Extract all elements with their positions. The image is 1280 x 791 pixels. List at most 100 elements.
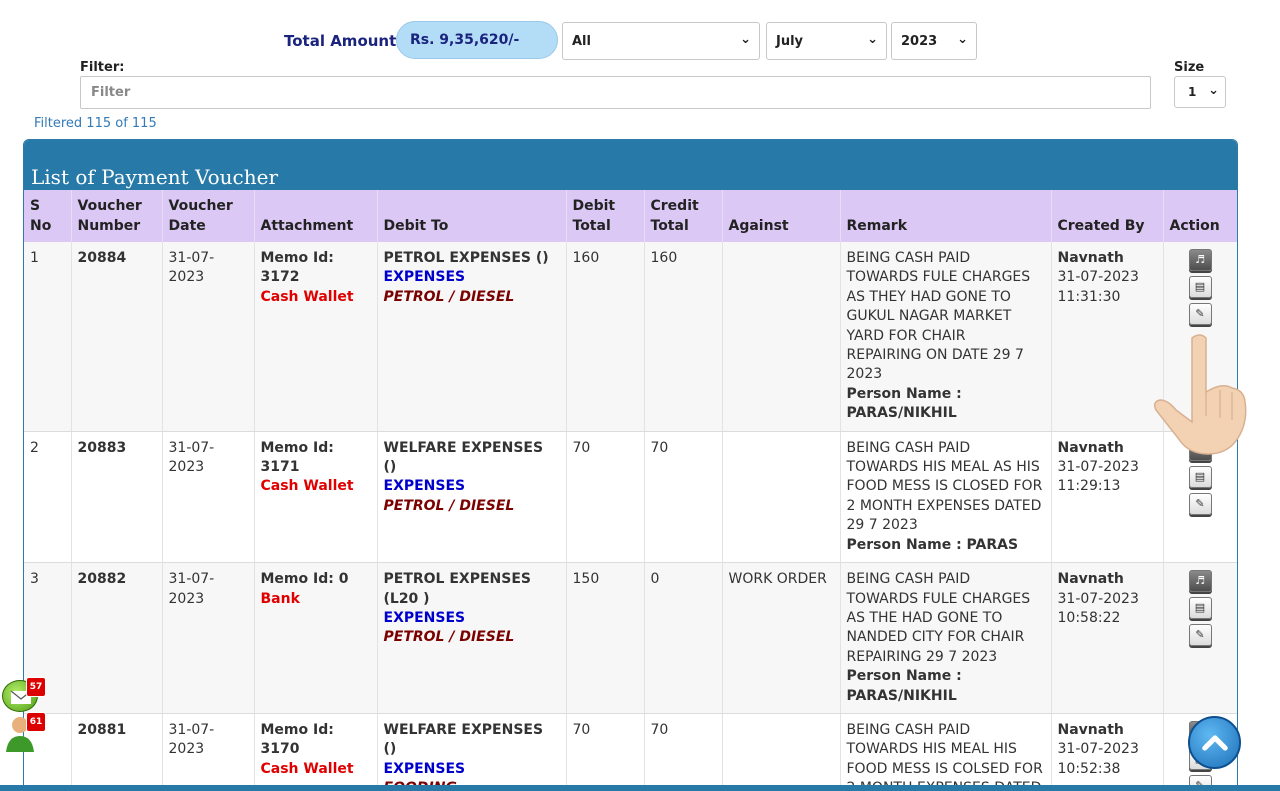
footer-bar bbox=[0, 785, 1280, 791]
action-cell: ♬ ▤ ✎ bbox=[1163, 562, 1237, 714]
table-header-row: S No Voucher Number Voucher Date Attachm… bbox=[24, 190, 1237, 242]
memo-id: Memo Id: 3170 bbox=[260, 721, 334, 758]
voucher-type-select[interactable]: All ⌄ bbox=[562, 22, 760, 60]
attachment-cell: Memo Id: 3170 Cash Wallet bbox=[254, 713, 378, 790]
month-select[interactable]: July ⌄ bbox=[766, 22, 887, 60]
against bbox=[722, 713, 841, 790]
created-by-cell: Navnath 31-07-2023 10:58:22 bbox=[1051, 562, 1164, 714]
payment-icon[interactable]: ♬ bbox=[1188, 249, 1212, 271]
chevron-up-icon bbox=[1201, 734, 1228, 751]
remark-cell: BEING CASH PAID TOWARDS HIS MEAL AS HIS … bbox=[840, 431, 1052, 564]
credit-total: 70 bbox=[644, 431, 723, 564]
scroll-to-top-button[interactable] bbox=[1188, 716, 1241, 769]
wallet-type: Cash Wallet bbox=[260, 478, 354, 495]
debit-group: EXPENSES bbox=[383, 760, 466, 777]
memo-id: Memo Id: 3172 bbox=[260, 250, 334, 286]
total-amount-label: Total Amount : bbox=[284, 32, 408, 50]
voucher-number: 20882 bbox=[71, 562, 163, 714]
edit-icon[interactable]: ✎ bbox=[1188, 492, 1212, 515]
remark-cell: BEING CASH PAID TOWARDS FULE CHARGES AS … bbox=[840, 562, 1052, 714]
voucher-type-value: All bbox=[572, 34, 591, 49]
serial-number: 2 bbox=[24, 431, 72, 564]
creator-name: Navnath bbox=[1057, 571, 1124, 588]
debit-total: 150 bbox=[566, 562, 645, 714]
column-header[interactable]: Credit Total bbox=[644, 190, 723, 242]
voucher-number: 20881 bbox=[71, 713, 163, 790]
created-by-cell: Navnath 31-07-2023 10:52:38 bbox=[1051, 713, 1164, 790]
against bbox=[722, 431, 841, 564]
created-timestamp: 31-07-2023 11:31:30 bbox=[1057, 269, 1139, 305]
debit-group: EXPENSES bbox=[383, 269, 466, 286]
remark-text: BEING CASH PAID TOWARDS FULE CHARGES AS … bbox=[846, 571, 1031, 665]
edit-icon[interactable]: ✎ bbox=[1188, 624, 1212, 647]
column-header[interactable]: Created By bbox=[1051, 190, 1164, 242]
person-name: Person Name : PARAS bbox=[846, 536, 1019, 553]
debit-to-cell: PETROL EXPENSES (L20 ) EXPENSES PETROL /… bbox=[377, 562, 567, 714]
debit-account: WELFARE EXPENSES () bbox=[383, 439, 544, 476]
attachment-cell: Memo Id: 0 Bank bbox=[254, 562, 378, 714]
total-amount-value: Rs. 9,35,620/- bbox=[396, 21, 558, 59]
debit-subgroup: PETROL / DIESEL bbox=[383, 288, 515, 305]
credit-total: 70 bbox=[644, 713, 723, 790]
column-header[interactable]: Debit Total bbox=[566, 190, 645, 242]
creator-name: Navnath bbox=[1057, 721, 1124, 738]
table-row: 1 20884 31-07-2023 Memo Id: 3172 Cash Wa… bbox=[24, 242, 1237, 432]
debit-group: EXPENSES bbox=[383, 609, 466, 626]
debit-account: WELFARE EXPENSES () bbox=[383, 721, 544, 758]
against bbox=[722, 242, 841, 432]
table-row: 3 20882 31-07-2023 Memo Id: 0 Bank PETRO… bbox=[24, 562, 1237, 714]
year-select[interactable]: 2023 ⌄ bbox=[891, 22, 977, 60]
created-timestamp: 31-07-2023 10:58:22 bbox=[1057, 590, 1139, 626]
column-header[interactable]: S No bbox=[24, 190, 72, 242]
panel-title: List of Payment Voucher bbox=[24, 140, 1237, 190]
column-header[interactable]: Against bbox=[722, 190, 841, 242]
created-by-cell: Navnath 31-07-2023 11:31:30 bbox=[1051, 242, 1164, 432]
debit-to-cell: WELFARE EXPENSES () EXPENSES PETROL / DI… bbox=[377, 431, 567, 564]
against: WORK ORDER bbox=[722, 562, 841, 714]
view-details-icon[interactable]: ▤ bbox=[1188, 597, 1212, 620]
page-size-value: 10 bbox=[1188, 85, 1197, 99]
debit-to-cell: WELFARE EXPENSES () EXPENSES FOODING bbox=[377, 713, 567, 790]
view-details-icon[interactable]: ▤ bbox=[1188, 276, 1212, 298]
voucher-number: 20884 bbox=[71, 242, 163, 432]
wallet-type: Bank bbox=[260, 590, 300, 607]
voucher-number: 20883 bbox=[71, 431, 163, 564]
remark-cell: BEING CASH PAID TOWARDS FULE CHARGES AS … bbox=[840, 242, 1052, 432]
attachment-cell: Memo Id: 3171 Cash Wallet bbox=[254, 431, 378, 564]
filter-input[interactable]: Filter bbox=[80, 76, 1151, 109]
column-header[interactable]: Remark bbox=[840, 190, 1052, 242]
voucher-date: 31-07-2023 bbox=[162, 713, 255, 790]
column-header[interactable]: Attachment bbox=[254, 190, 378, 242]
debit-to-cell: PETROL EXPENSES () EXPENSES PETROL / DIE… bbox=[377, 242, 567, 432]
chevron-down-icon: ⌄ bbox=[867, 32, 878, 47]
pointer-hand-icon bbox=[1153, 334, 1247, 455]
view-details-icon[interactable]: ▤ bbox=[1188, 465, 1212, 488]
debit-total: 70 bbox=[566, 431, 645, 564]
created-timestamp: 31-07-2023 10:52:38 bbox=[1057, 741, 1139, 777]
person-name: Person Name : PARAS/NIKHIL bbox=[846, 385, 962, 422]
edit-icon[interactable]: ✎ bbox=[1188, 303, 1212, 325]
debit-total: 70 bbox=[566, 713, 645, 790]
mail-count-badge: 57 bbox=[26, 677, 46, 697]
table-row: 4 20881 31-07-2023 Memo Id: 3170 Cash Wa… bbox=[24, 713, 1237, 790]
column-header[interactable]: Debit To bbox=[377, 190, 567, 242]
month-value: July bbox=[776, 34, 804, 49]
voucher-table: S No Voucher Number Voucher Date Attachm… bbox=[24, 190, 1237, 790]
creator-name: Navnath bbox=[1057, 439, 1124, 456]
payment-icon[interactable]: ♬ bbox=[1188, 570, 1212, 593]
filtered-count: Filtered 115 of 115 bbox=[34, 116, 157, 131]
column-header[interactable]: Voucher Number bbox=[71, 190, 163, 242]
remark-text: BEING CASH PAID TOWARDS HIS MEAL AS HIS … bbox=[846, 439, 1043, 534]
column-header[interactable]: Voucher Date bbox=[162, 190, 255, 242]
debit-total: 160 bbox=[566, 242, 645, 432]
created-by-cell: Navnath 31-07-2023 11:29:13 bbox=[1051, 431, 1164, 564]
remark-text: BEING CASH PAID TOWARDS HIS MEAL HIS FOO… bbox=[846, 721, 1043, 790]
attachment-cell: Memo Id: 3172 Cash Wallet bbox=[254, 242, 378, 432]
page-size-select[interactable]: 10 ⌄ bbox=[1174, 76, 1226, 108]
year-value: 2023 bbox=[901, 34, 938, 49]
remark-text: BEING CASH PAID TOWARDS FULE CHARGES AS … bbox=[846, 250, 1031, 383]
memo-id: Memo Id: 0 bbox=[260, 571, 349, 588]
size-label: Size bbox=[1174, 60, 1205, 75]
person-name: Person Name : PARAS/NIKHIL bbox=[846, 668, 962, 704]
remark-cell: BEING CASH PAID TOWARDS HIS MEAL HIS FOO… bbox=[840, 713, 1052, 790]
